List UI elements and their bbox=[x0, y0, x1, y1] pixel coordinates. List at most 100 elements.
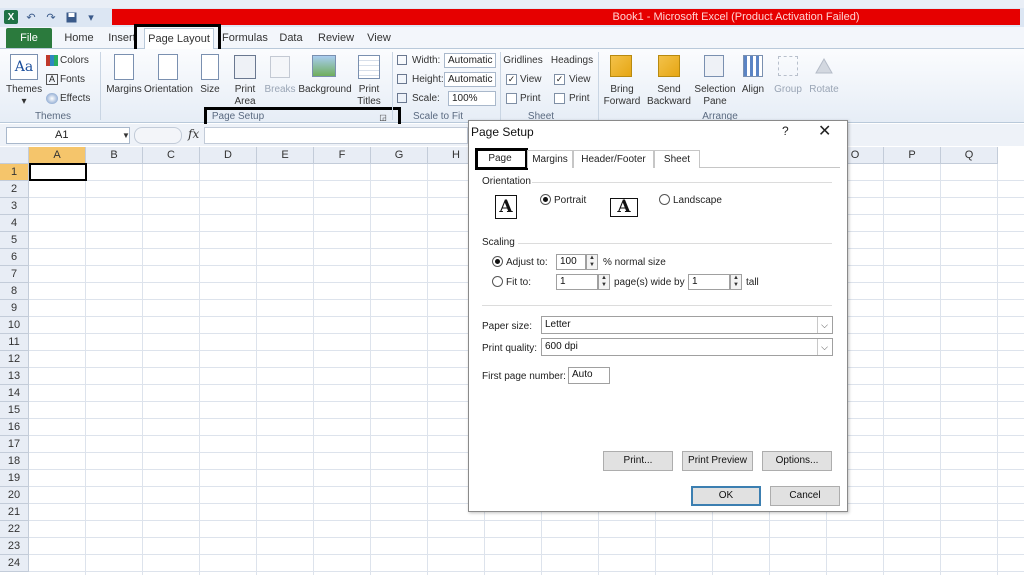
selection-pane-icon[interactable] bbox=[704, 55, 724, 77]
column-header[interactable]: P bbox=[884, 147, 941, 164]
help-icon[interactable]: ? bbox=[782, 124, 789, 138]
row-header[interactable]: 16 bbox=[0, 419, 29, 436]
bring-forward-label-2[interactable]: Forward bbox=[600, 96, 644, 107]
customize-qat-icon[interactable]: ▾ bbox=[84, 10, 98, 24]
fit-wide-input[interactable]: 1 bbox=[556, 274, 598, 290]
tab-file[interactable]: File bbox=[6, 28, 52, 48]
column-header[interactable]: D bbox=[200, 147, 257, 164]
print-quality-select[interactable]: 600 dpi bbox=[541, 338, 833, 356]
row-header[interactable]: 22 bbox=[0, 521, 29, 538]
row-header[interactable]: 15 bbox=[0, 402, 29, 419]
size-icon[interactable] bbox=[201, 54, 219, 80]
fit-tall-spinner[interactable]: ▲ ▼ bbox=[730, 274, 742, 290]
redo-icon[interactable]: ↷ bbox=[44, 10, 58, 24]
themes-icon[interactable]: Aa bbox=[10, 54, 38, 80]
align-button[interactable]: Align bbox=[738, 84, 768, 95]
scale-spinner[interactable]: 100% bbox=[448, 91, 496, 106]
portrait-radio[interactable] bbox=[540, 194, 551, 205]
adjust-to-input[interactable]: 100 bbox=[556, 254, 586, 270]
fonts-button[interactable]: Fonts bbox=[60, 74, 96, 85]
row-header[interactable]: 19 bbox=[0, 470, 29, 487]
name-box[interactable]: A1 bbox=[6, 127, 130, 144]
print-titles-icon[interactable] bbox=[358, 55, 380, 79]
background-button[interactable]: Background bbox=[298, 84, 352, 95]
background-icon[interactable] bbox=[312, 55, 336, 77]
adjust-to-radio[interactable] bbox=[492, 256, 503, 267]
column-header[interactable]: E bbox=[257, 147, 314, 164]
adjust-to-label[interactable]: Adjust to: bbox=[506, 257, 548, 268]
row-header[interactable]: 24 bbox=[0, 555, 29, 572]
effects-button[interactable]: Effects bbox=[60, 93, 100, 104]
gridlines-view-checkbox[interactable]: ✓ bbox=[506, 74, 517, 85]
ok-button[interactable]: OK bbox=[691, 486, 761, 506]
headings-view-checkbox[interactable]: ✓ bbox=[554, 74, 565, 85]
column-header[interactable]: B bbox=[86, 147, 143, 164]
dialog-tab-header-footer[interactable]: Header/Footer bbox=[573, 150, 654, 168]
dialog-tab-sheet[interactable]: Sheet bbox=[654, 150, 700, 168]
width-select[interactable]: Automatic bbox=[444, 53, 496, 68]
margins-button[interactable]: Margins bbox=[104, 84, 144, 95]
print-area-icon[interactable] bbox=[234, 55, 256, 79]
print-titles-label-1[interactable]: Print bbox=[352, 84, 386, 95]
gridlines-print-checkbox[interactable] bbox=[506, 93, 517, 104]
chevron-down-icon[interactable]: ⌵ bbox=[817, 317, 831, 333]
column-header[interactable]: G bbox=[371, 147, 428, 164]
close-icon[interactable]: ✕ bbox=[818, 121, 831, 141]
tab-formulas[interactable]: Formulas bbox=[222, 28, 268, 48]
formula-bar-resize-handle[interactable] bbox=[134, 127, 182, 144]
send-backward-label-2[interactable]: Backward bbox=[644, 96, 694, 107]
row-header[interactable]: 10 bbox=[0, 317, 29, 334]
landscape-radio[interactable] bbox=[659, 194, 670, 205]
margins-icon[interactable] bbox=[114, 54, 134, 80]
row-header[interactable]: 3 bbox=[0, 198, 29, 215]
paper-size-select[interactable]: Letter bbox=[541, 316, 833, 334]
size-button[interactable]: Size bbox=[196, 84, 224, 95]
print-preview-button[interactable]: Print Preview bbox=[682, 451, 753, 471]
tab-view[interactable]: View bbox=[366, 28, 392, 48]
name-box-dropdown-icon[interactable]: ▼ bbox=[122, 131, 130, 140]
orientation-icon[interactable] bbox=[158, 54, 178, 80]
tab-data[interactable]: Data bbox=[278, 28, 304, 48]
column-header[interactable]: Q bbox=[941, 147, 998, 164]
row-header[interactable]: 17 bbox=[0, 436, 29, 453]
colors-button[interactable]: Colors bbox=[60, 55, 98, 66]
insert-function-icon[interactable]: fx bbox=[188, 127, 199, 141]
undo-icon[interactable]: ↶ bbox=[24, 10, 38, 24]
row-header[interactable]: 7 bbox=[0, 266, 29, 283]
row-header[interactable]: 14 bbox=[0, 385, 29, 402]
formula-input[interactable] bbox=[204, 127, 468, 144]
row-header[interactable]: 12 bbox=[0, 351, 29, 368]
row-header[interactable]: 2 bbox=[0, 181, 29, 198]
selection-pane-label-1[interactable]: Selection bbox=[694, 84, 736, 95]
first-page-number-input[interactable]: Auto bbox=[568, 367, 610, 384]
bring-forward-icon[interactable] bbox=[610, 55, 632, 77]
send-backward-icon[interactable] bbox=[658, 55, 680, 77]
row-header[interactable]: 21 bbox=[0, 504, 29, 521]
print-area-label-1[interactable]: Print bbox=[226, 84, 264, 95]
row-header[interactable]: 11 bbox=[0, 334, 29, 351]
save-icon[interactable] bbox=[64, 10, 78, 24]
row-header[interactable]: 23 bbox=[0, 538, 29, 555]
send-backward-label-1[interactable]: Send bbox=[644, 84, 694, 95]
print-titles-label-2[interactable]: Titles bbox=[352, 96, 386, 107]
row-header[interactable]: 4 bbox=[0, 215, 29, 232]
bring-forward-label-1[interactable]: Bring bbox=[600, 84, 644, 95]
select-all-corner[interactable] bbox=[0, 147, 29, 164]
fit-wide-spinner[interactable]: ▲ ▼ bbox=[598, 274, 610, 290]
dialog-tab-margins[interactable]: Margins bbox=[527, 150, 573, 168]
row-header[interactable]: 8 bbox=[0, 283, 29, 300]
orientation-button[interactable]: Orientation bbox=[144, 84, 193, 95]
row-header[interactable]: 18 bbox=[0, 453, 29, 470]
align-icon[interactable] bbox=[743, 55, 763, 77]
chevron-down-icon[interactable]: ⌵ bbox=[817, 339, 831, 355]
themes-dropdown-icon[interactable]: ▾ bbox=[19, 96, 29, 107]
tab-review[interactable]: Review bbox=[318, 28, 354, 48]
height-select[interactable]: Automatic bbox=[444, 72, 496, 87]
headings-print-checkbox[interactable] bbox=[554, 93, 565, 104]
tab-home[interactable]: Home bbox=[62, 28, 96, 48]
row-header[interactable]: 6 bbox=[0, 249, 29, 266]
row-header[interactable]: 5 bbox=[0, 232, 29, 249]
themes-button[interactable]: Themes bbox=[6, 84, 42, 95]
cancel-button[interactable]: Cancel bbox=[770, 486, 840, 506]
column-header[interactable]: F bbox=[314, 147, 371, 164]
